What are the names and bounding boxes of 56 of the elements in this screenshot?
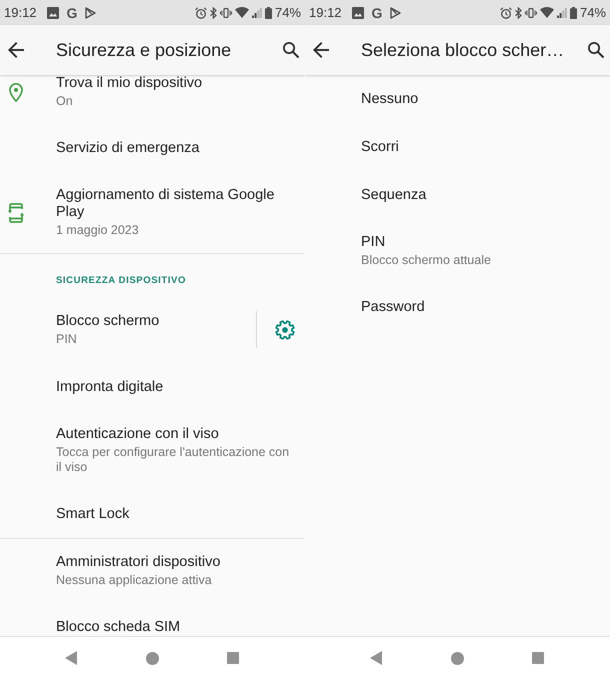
location-pin-icon xyxy=(9,82,23,102)
setting-title[interactable]: Blocco scheda SIM xyxy=(56,618,180,636)
vibrate-icon xyxy=(220,8,232,18)
back-arrow-icon[interactable] xyxy=(313,42,329,58)
vibrate-icon xyxy=(524,8,537,18)
setting-title[interactable]: Autenticazione con il viso xyxy=(56,426,219,443)
setting-title[interactable]: Trova il mio dispositivo xyxy=(56,75,202,92)
settings-icon[interactable] xyxy=(275,320,295,340)
setting-title[interactable]: Sequenza xyxy=(361,186,426,204)
play-icon xyxy=(390,6,402,18)
back-icon[interactable] xyxy=(370,651,382,665)
status-time: 19:12 xyxy=(309,5,342,20)
setting-summary: Nessuna applicazione attiva xyxy=(56,573,212,588)
signal-icon xyxy=(556,8,567,18)
setting-title[interactable]: Smart Lock xyxy=(56,506,130,522)
setting-summary: Blocco schermo attuale xyxy=(361,253,491,268)
notification-letter: G xyxy=(372,6,382,20)
setting-summary: Tocca per configurare l'autenticazione con il viso xyxy=(56,445,290,475)
setting-summary: 1 maggio 2023 xyxy=(56,223,139,238)
play-icon xyxy=(85,6,96,18)
battery-icon xyxy=(264,6,272,18)
wifi-icon xyxy=(234,7,249,18)
screen-title: Sicurezza e posizione xyxy=(56,39,232,61)
home-icon[interactable] xyxy=(146,652,158,664)
setting-title[interactable]: Blocco schermo xyxy=(56,312,160,330)
search-icon[interactable] xyxy=(283,42,299,58)
back-arrow-icon[interactable] xyxy=(8,42,24,58)
battery-icon xyxy=(570,6,577,18)
setting-title[interactable]: Servizio di emergenza xyxy=(56,140,200,156)
battery-percent: 74% xyxy=(274,5,301,20)
setting-title[interactable]: Impronta digitale xyxy=(56,378,164,396)
setting-summary: PIN xyxy=(56,332,77,346)
image-icon xyxy=(352,6,364,18)
setting-title[interactable]: Amministratori dispositivo xyxy=(56,554,220,571)
signal-icon xyxy=(252,8,262,18)
setting-summary: On xyxy=(56,94,73,109)
alarm-clock-icon xyxy=(500,6,512,18)
bluetooth-icon xyxy=(210,6,217,18)
setting-title[interactable]: PIN xyxy=(361,234,386,251)
setting-title[interactable]: Nessuno xyxy=(361,90,418,108)
back-icon[interactable] xyxy=(65,651,77,665)
notification-letter: G xyxy=(66,6,78,20)
setting-title[interactable]: Password xyxy=(361,298,425,316)
image-icon xyxy=(46,6,59,18)
status-time: 19:12 xyxy=(4,5,37,20)
setting-title[interactable]: Aggiornamento di sistema Google Play xyxy=(56,187,294,221)
home-icon[interactable] xyxy=(450,652,464,664)
bluetooth-icon xyxy=(514,6,522,18)
screen-title: Seleziona blocco scher… xyxy=(361,39,566,61)
battery-percent: 74% xyxy=(580,5,606,20)
alarm-clock-icon xyxy=(194,6,207,18)
wifi-icon xyxy=(540,7,554,18)
section-header: SICUREZZA DISPOSITIVO xyxy=(56,275,186,286)
setting-title[interactable]: Scorri xyxy=(361,138,399,156)
phone-sync-icon xyxy=(8,202,24,222)
search-icon[interactable] xyxy=(588,42,604,58)
